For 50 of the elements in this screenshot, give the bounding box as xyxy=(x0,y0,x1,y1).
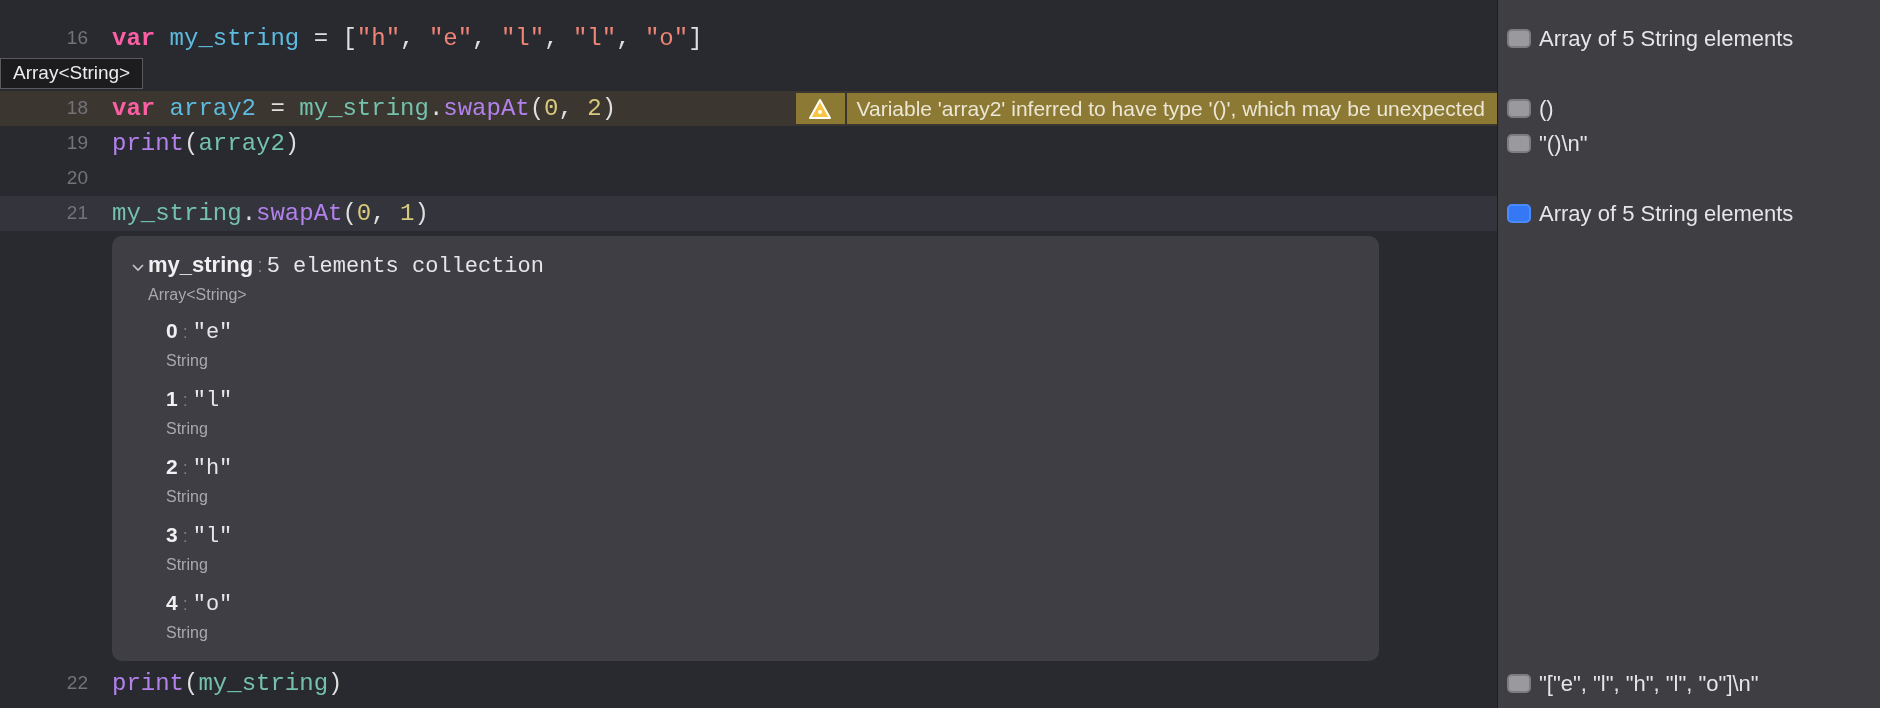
code-line: my_string.swapAt(0, 1) xyxy=(112,198,429,229)
result-text: Array of 5 String elements xyxy=(1539,25,1794,53)
line-number: 18 xyxy=(65,96,88,121)
quick-look-icon[interactable] xyxy=(1507,99,1531,118)
element-index: 0 xyxy=(166,318,178,344)
line-number: 19 xyxy=(65,131,88,156)
quick-look-icon[interactable] xyxy=(1507,29,1531,48)
quick-look-icon[interactable] xyxy=(1507,674,1531,693)
element-type: String xyxy=(166,487,208,507)
element-value: "l" xyxy=(192,387,233,415)
variable-type: Array<String> xyxy=(148,285,247,305)
line-number: 20 xyxy=(65,166,88,191)
variable-summary: 5 elements collection xyxy=(266,253,544,281)
element-index: 2 xyxy=(166,454,178,480)
element-index: 4 xyxy=(166,590,178,616)
code-line: print(my_string) xyxy=(112,668,343,699)
separator-colon: : xyxy=(257,253,263,278)
element-type: String xyxy=(166,351,208,371)
type-tooltip: Array<String> xyxy=(0,58,144,89)
quick-look-icon[interactable] xyxy=(1507,204,1531,223)
separator-colon: : xyxy=(182,389,188,412)
element-type: String xyxy=(166,623,208,643)
result-text: Array of 5 String elements xyxy=(1539,200,1794,228)
element-index: 3 xyxy=(166,522,178,548)
warning-icon-badge[interactable] xyxy=(795,93,845,124)
separator-colon: : xyxy=(182,457,188,480)
result-text: () xyxy=(1539,95,1554,123)
chevron-icon[interactable] xyxy=(132,264,144,272)
element-value: "h" xyxy=(192,455,233,483)
code-line: print(array2) xyxy=(112,128,300,159)
variable-name: my_string xyxy=(148,251,254,279)
separator-colon: : xyxy=(182,525,188,548)
element-type: String xyxy=(166,419,208,439)
separator-colon: : xyxy=(182,321,188,344)
line-number: 22 xyxy=(65,671,88,696)
quick-look-icon[interactable] xyxy=(1507,134,1531,153)
line-number: 21 xyxy=(65,201,88,226)
line-number: 16 xyxy=(65,26,88,51)
element-index: 1 xyxy=(166,386,178,412)
element-value: "l" xyxy=(192,523,233,551)
element-value: "e" xyxy=(192,319,233,347)
code-line: var my_string = ["h", "e", "l", "l", "o"] xyxy=(112,23,703,54)
element-type: String xyxy=(166,555,208,575)
code-line: var array2 = my_string.swapAt(0, 2) xyxy=(112,93,617,124)
result-text: "["e", "l", "h", "l", "o"]\n" xyxy=(1539,670,1759,698)
result-text: "()\n" xyxy=(1539,130,1588,158)
separator-colon: : xyxy=(182,593,188,616)
element-value: "o" xyxy=(192,591,233,619)
warning-icon xyxy=(808,97,832,120)
warning-message: Variable 'array2' inferred to have type '()', which may be unexpected xyxy=(846,93,1497,124)
